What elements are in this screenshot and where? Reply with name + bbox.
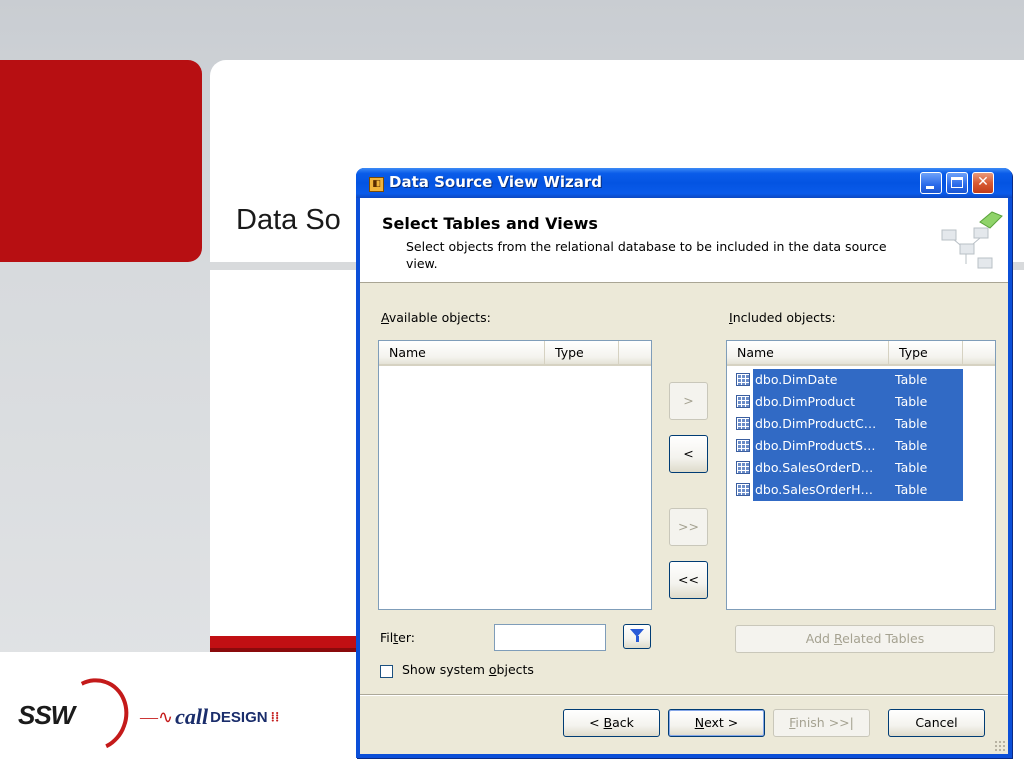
add-related-tables-button[interactable]: Add Related Tables [735,625,995,653]
window-title: Data Source View Wizard [389,173,602,191]
add-all-button[interactable]: >> [669,508,708,546]
cancel-button[interactable]: Cancel [888,709,985,737]
wizard-app-icon: ◧ [369,177,384,192]
list-item-name: dbo.SalesOrderD… [755,460,874,475]
remove-all-button[interactable]: << [669,561,708,599]
back-button[interactable]: < Back [563,709,660,737]
available-objects-label: Available objects: [381,310,491,325]
minimize-button[interactable] [920,172,942,194]
wizard-header: Select Tables and Views Select objects f… [360,198,1008,283]
show-system-objects-checkbox[interactable] [380,665,393,678]
list-item-type: Table [895,438,928,453]
close-icon: ✕ [977,174,989,190]
calldesign-logo-call: call [175,704,209,729]
list-item-type: Table [895,482,928,497]
slide-title: Data So [236,204,341,236]
list-item-type: Table [895,394,928,409]
table-icon [736,461,750,474]
page-title: Select Tables and Views [382,214,598,233]
ssw-logo: SSW [18,700,75,730]
table-icon [736,439,750,452]
table-icon [736,373,750,386]
minimize-icon [926,186,934,189]
close-button[interactable]: ✕ [972,172,994,194]
list-item-name: dbo.DimProductC… [755,416,877,431]
tables-graphic-icon [941,211,1003,269]
included-objects-label: Included objects: [729,310,836,325]
calldesign-logo: ―∿ call DESIGN ⁞⁞ [140,704,279,730]
filter-label: Filter: [380,630,415,645]
finish-button[interactable]: Finish >>| [773,709,870,737]
column-header-type[interactable]: Type [545,341,619,364]
column-header-name[interactable]: Name [727,341,889,364]
wizard-client-area: Select Tables and Views Select objects f… [360,198,1008,754]
list-item-type: Table [895,416,928,431]
pulse-icon: ―∿ [140,706,174,727]
list-item[interactable]: dbo.DimProductS… Table [733,435,973,457]
list-item-name: dbo.SalesOrderH… [755,482,873,497]
list-item-name: dbo.DimProductS… [755,438,876,453]
list-item-type: Table [895,372,928,387]
table-icon [736,395,750,408]
list-item[interactable]: dbo.DimDate Table [733,369,973,391]
list-item[interactable]: dbo.DimProductC… Table [733,413,973,435]
column-header-name[interactable]: Name [379,341,545,364]
dots-icon: ⁞⁞ [270,709,280,724]
list-item-type: Table [895,460,928,475]
slide-red-block [0,60,202,262]
table-icon [736,417,750,430]
next-button[interactable]: Next > [668,709,765,737]
filter-button[interactable] [623,624,651,649]
slide-red-bar [210,636,370,648]
resize-grip-icon[interactable] [994,740,1006,752]
available-objects-list[interactable]: Name Type [378,340,652,610]
list-item-name: dbo.DimDate [755,372,838,387]
column-header-type[interactable]: Type [889,341,963,364]
page-description: Select objects from the relational datab… [406,239,887,271]
list-item[interactable]: dbo.SalesOrderD… Table [733,457,973,479]
filter-input[interactable] [494,624,606,651]
calldesign-logo-design: DESIGN [210,708,268,726]
add-selected-button[interactable]: > [669,382,708,420]
wizard-window: ◧ Data Source View Wizard ✕ Select Table… [356,168,1012,758]
show-system-objects-label[interactable]: Show system objects [402,662,534,677]
list-item[interactable]: dbo.DimProduct Table [733,391,973,413]
title-bar[interactable]: ◧ Data Source View Wizard ✕ [356,168,1012,198]
table-icon [736,483,750,496]
available-objects-header: Name Type [379,341,651,366]
included-objects-list[interactable]: Name Type dbo.DimDate Table dbo.DimProdu… [726,340,996,610]
list-item[interactable]: dbo.SalesOrderH… Table [733,479,973,501]
maximize-button[interactable] [946,172,968,194]
remove-selected-button[interactable]: < [669,435,708,473]
included-objects-header: Name Type [727,341,995,366]
maximize-icon [951,177,963,188]
list-item-name: dbo.DimProduct [755,394,856,409]
footer-separator [360,694,1008,696]
